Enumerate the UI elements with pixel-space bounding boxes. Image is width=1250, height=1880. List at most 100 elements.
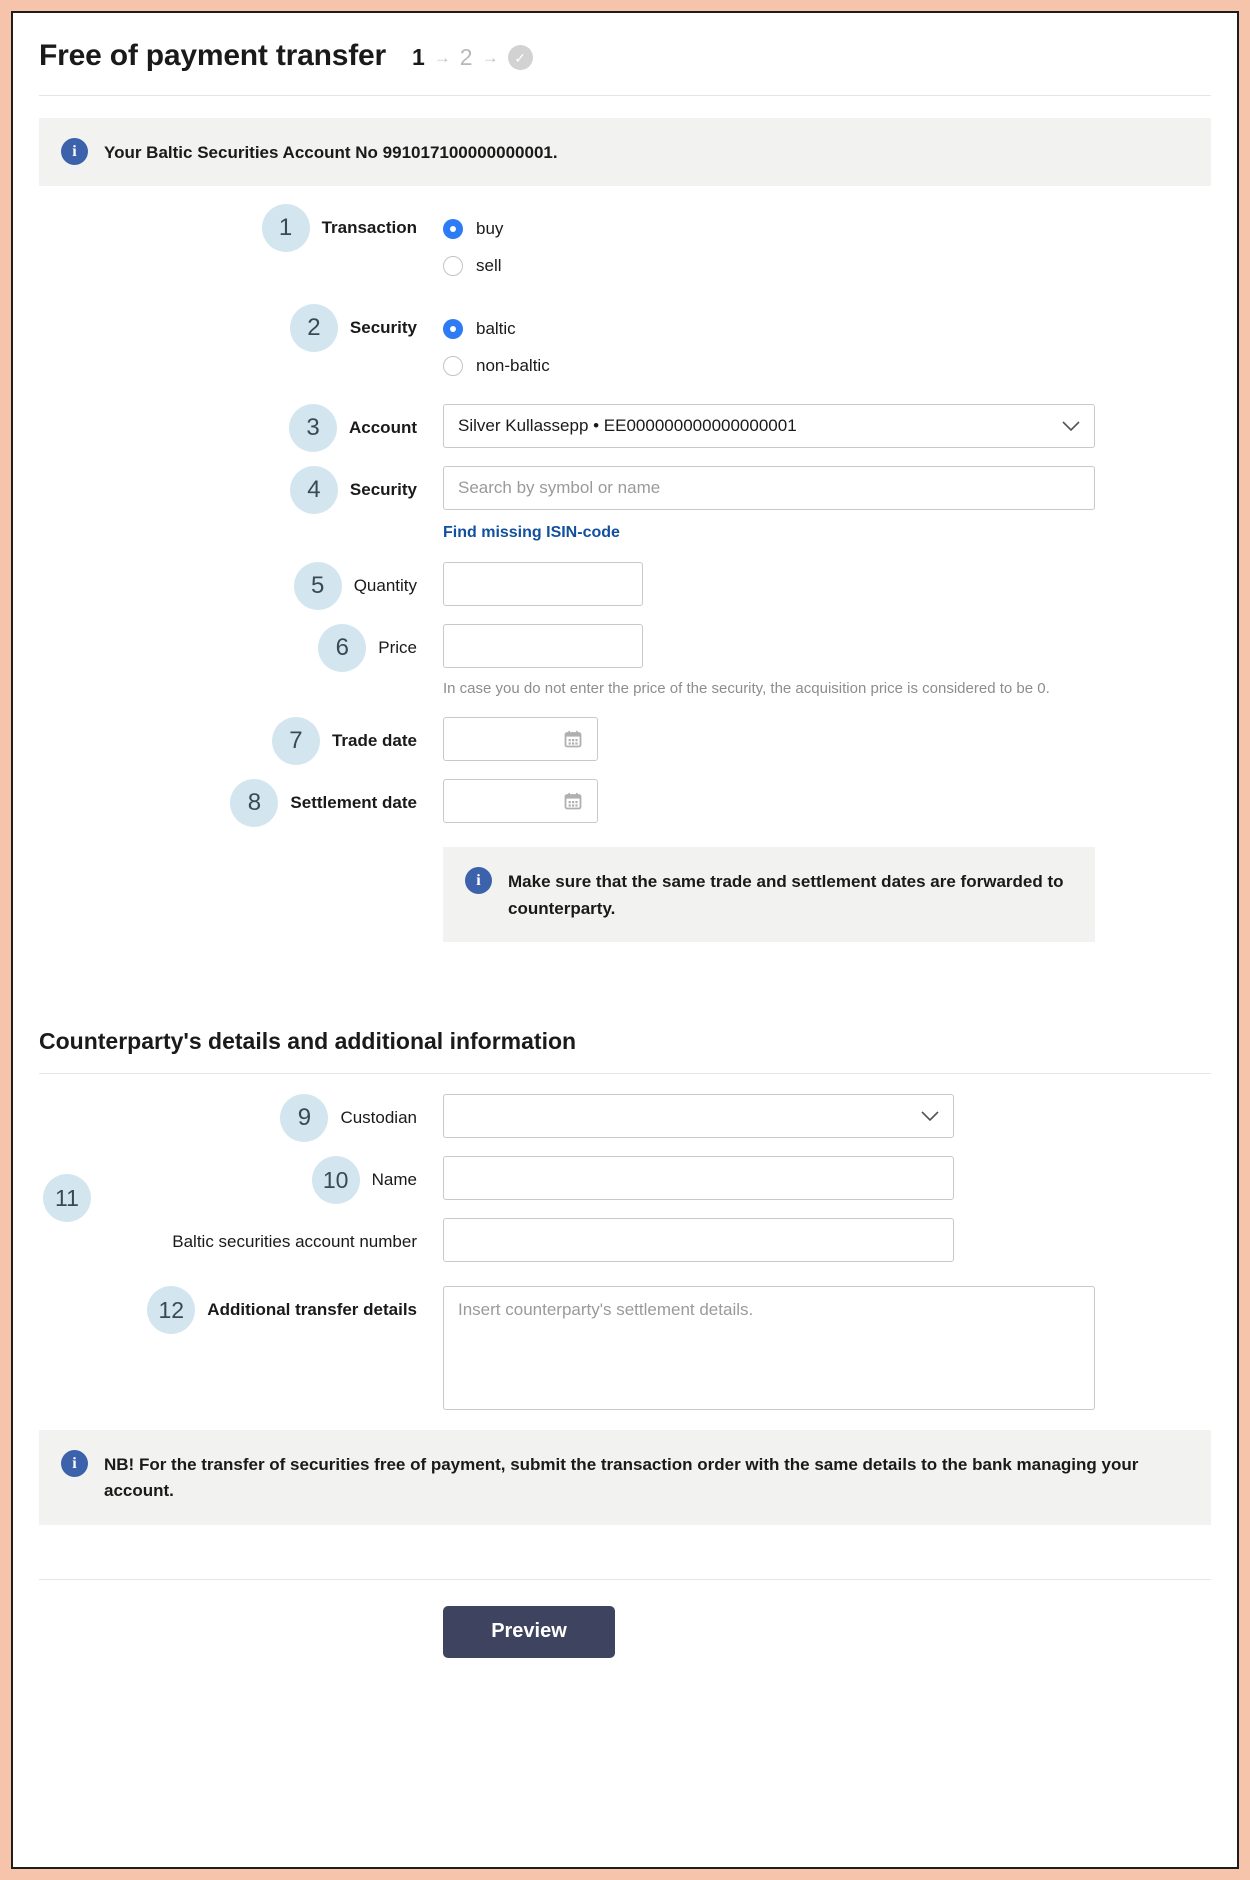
radio-buy-label: buy [476,218,504,238]
chevron-down-icon [1062,421,1080,431]
page-content: Free of payment transfer 1 → 2 → ✓ i You… [13,13,1237,1867]
additional-details-label: Additional transfer details [207,1300,417,1320]
price-input[interactable] [443,624,643,669]
settlement-date-label: Settlement date [290,793,417,813]
step-bubble-10: 10 [311,1156,360,1205]
step-bubble-1: 1 [261,204,310,253]
step-check-icon: ✓ [507,45,533,70]
page-header: Free of payment transfer 1 → 2 → ✓ [39,35,1211,96]
custodian-select[interactable] [443,1094,954,1139]
row-name-gutter: 10 Name [39,1156,443,1205]
transaction-option-sell[interactable]: sell [443,247,1211,284]
step-arrow-icon: → [481,47,499,67]
radio-sell-icon[interactable] [443,255,463,276]
radio-baltic-icon[interactable] [443,318,463,339]
step-bubble-6: 6 [318,624,367,673]
step-bubble-9: 9 [280,1094,329,1143]
page-title: Free of payment transfer [39,39,386,72]
additional-details-textarea[interactable]: Insert counterparty's settlement details… [443,1286,1095,1411]
account-field: Silver Kullassepp • EE000000000000000001 [443,404,1211,449]
security-search-placeholder: Search by symbol or name [458,478,661,498]
additional-details-field: Insert counterparty's settlement details… [443,1286,1211,1411]
info-icon: i [61,1450,88,1478]
radio-buy-icon[interactable] [443,218,463,239]
nb-notice-banner: i NB! For the transfer of securities fre… [39,1430,1211,1525]
row-transaction: 1 Transaction buy sell [39,204,1211,284]
step-1[interactable]: 1 [412,44,425,71]
baltic-account-label: Baltic securities account number [172,1232,417,1252]
row-custodian-gutter: 9 Custodian [39,1094,443,1143]
quantity-label: Quantity [353,576,417,596]
trade-date-label: Trade date [331,731,417,751]
counterparty-section-title: Counterparty's details and additional in… [39,1028,577,1055]
step-bubble-3: 3 [289,404,337,453]
step-bubble-5: 5 [293,562,342,611]
radio-non-baltic-icon[interactable] [443,355,463,376]
find-isin-link[interactable]: Find missing ISIN-code [443,524,620,542]
name-input[interactable] [443,1156,954,1201]
calendar-icon[interactable] [563,729,583,749]
row-price-gutter: 6 Price [39,624,443,673]
row-trade-date: 7 Trade date [39,717,1211,766]
price-label: Price [378,638,417,658]
step-indicator: 1 → 2 → ✓ [412,44,533,71]
account-select[interactable]: Silver Kullassepp • EE000000000000000001 [443,404,1095,449]
dates-notice-banner: i Make sure that the same trade and sett… [443,847,1095,943]
additional-details-placeholder: Insert counterparty's settlement details… [458,1300,754,1320]
chevron-down-icon [921,1110,939,1121]
row-baltic-account-gutter: 11 Baltic securities account number [39,1174,443,1266]
footer: Preview [39,1580,1211,1658]
row-additional-details: 12 Additional transfer details Insert co… [39,1286,1211,1411]
security-option-baltic[interactable]: baltic [443,310,1211,347]
transfer-form: 1 Transaction buy sell 2 Security baltic… [39,186,1211,943]
custodian-label: Custodian [340,1108,417,1128]
dates-notice-text: Make sure that the same trade and settle… [508,872,1064,918]
account-select-value: Silver Kullassepp • EE000000000000000001 [458,416,797,436]
transaction-option-buy[interactable]: buy [443,210,1211,247]
step-bubble-11: 11 [43,1174,91,1223]
row-account: 3 Account Silver Kullassepp • EE00000000… [39,404,1211,453]
baltic-account-input[interactable] [443,1218,954,1263]
settlement-date-input[interactable] [443,779,598,824]
security-type-label: Security [349,318,417,338]
row-price: 6 Price In case you do not enter the pri… [39,624,1211,697]
info-icon: i [61,138,88,165]
step-bubble-2: 2 [289,304,338,353]
step-bubble-7: 7 [271,717,320,766]
settlement-date-field: i Make sure that the same trade and sett… [443,779,1211,943]
trade-date-input[interactable] [443,717,598,762]
price-hint: In case you do not enter the price of th… [443,680,1050,698]
security-label: Security [349,480,417,500]
nb-notice-text: NB! For the transfer of securities free … [104,1455,1139,1501]
transaction-radio-group: buy sell [443,204,1211,284]
security-field: Search by symbol or name Find missing IS… [443,466,1211,542]
screenshot-root: Free of payment transfer 1 → 2 → ✓ i You… [0,0,1250,1880]
security-search-input[interactable]: Search by symbol or name [443,466,1095,511]
security-option-non-baltic[interactable]: non-baltic [443,347,1211,384]
calendar-icon[interactable] [563,791,583,811]
row-name: 10 Name [39,1156,1211,1205]
account-label: Account [349,418,417,438]
preview-button[interactable]: Preview [443,1605,615,1658]
account-info-text: Your Baltic Securities Account No 991017… [104,143,558,162]
row-quantity: 5 Quantity [39,562,1211,611]
row-settlement-date: 8 Settlement date i Make sure that the s… [39,779,1211,943]
info-icon: i [465,867,492,895]
radio-non-baltic-label: non-baltic [476,355,550,375]
price-field: In case you do not enter the price of th… [443,624,1211,697]
trade-date-field [443,717,1211,762]
step-bubble-8: 8 [230,779,279,828]
step-2[interactable]: 2 [460,44,473,71]
step-bubble-12: 12 [147,1286,196,1335]
row-quantity-gutter: 5 Quantity [39,562,443,611]
page-frame: Free of payment transfer 1 → 2 → ✓ i You… [11,11,1239,1869]
baltic-account-field [443,1218,1211,1263]
row-security-gutter: 4 Security [39,466,443,515]
row-custodian: 9 Custodian [39,1094,1211,1143]
name-label: Name [371,1170,417,1190]
custodian-field [443,1094,1211,1139]
row-settlement-date-gutter: 8 Settlement date [39,779,443,828]
quantity-field [443,562,1211,607]
quantity-input[interactable] [443,562,643,607]
row-trade-date-gutter: 7 Trade date [39,717,443,766]
